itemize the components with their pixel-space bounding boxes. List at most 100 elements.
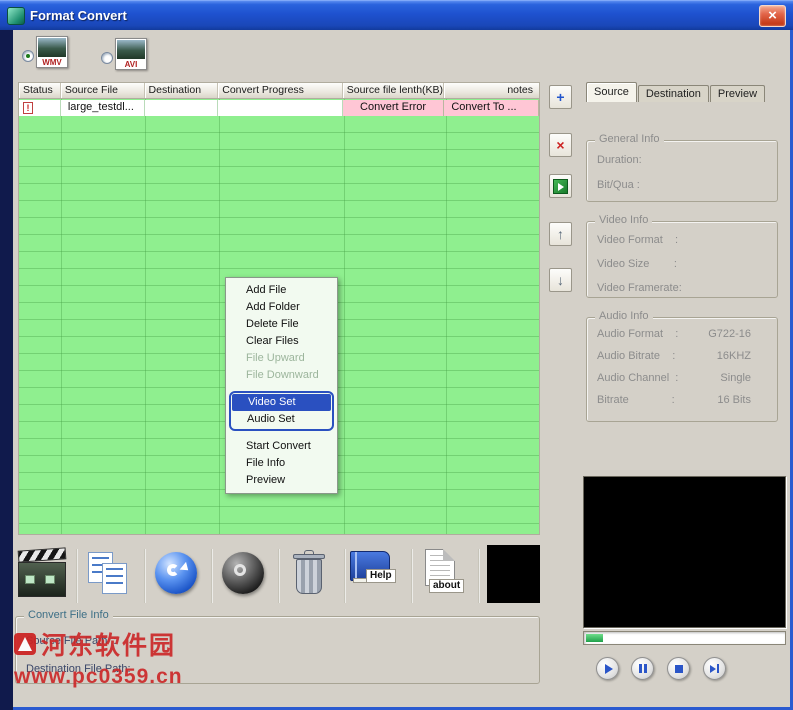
refresh-convert-button[interactable] (155, 552, 199, 596)
toolbar-separator (76, 549, 78, 603)
app-icon (7, 7, 25, 25)
column-header-status[interactable]: Status (19, 83, 61, 98)
menu-item-audio-set[interactable]: Audio Set (231, 411, 332, 428)
watermark-site-name: 河东软件园 (41, 626, 176, 662)
add-icon: + (556, 90, 564, 104)
audio-channel-row: Audio Channel : Single (597, 372, 777, 384)
menu-item-add-file[interactable]: Add File (226, 282, 337, 299)
file-list-button[interactable] (88, 552, 134, 598)
record-button[interactable] (222, 552, 266, 596)
close-button[interactable]: × (759, 5, 786, 27)
video-preview-area (583, 476, 786, 628)
tab-destination[interactable]: Destination (638, 85, 709, 102)
move-up-button[interactable]: ↑ (549, 222, 572, 246)
toolbar-separator (411, 549, 413, 603)
arrow-up-icon: ↑ (557, 227, 564, 241)
add-file-button[interactable]: + (549, 85, 572, 109)
menu-item-start-convert[interactable]: Start Convert (226, 438, 337, 455)
general-info-group: General Info Duration: Bit/Qua : (586, 140, 778, 202)
watermark-site-url: www.pc0359.cn (14, 665, 183, 689)
toolbar-separator (478, 549, 480, 603)
window-left-border (0, 30, 13, 710)
window-title: Format Convert (30, 1, 127, 30)
audio-bitrate-label: Audio Bitrate : (597, 350, 675, 362)
trash-button[interactable] (289, 550, 329, 600)
convert-button[interactable] (549, 174, 572, 198)
error-icon: ! (23, 102, 33, 114)
table-grid-line (145, 99, 146, 534)
table-grid-line (344, 99, 345, 534)
context-menu: Add File Add Folder Delete File Clear Fi… (225, 277, 338, 494)
stop-button[interactable] (667, 657, 690, 680)
notes-text: Convert To ... (444, 101, 516, 113)
general-info-title: General Info (595, 133, 664, 145)
stop-icon (675, 665, 683, 673)
menu-item-file-upward: File Upward (226, 350, 337, 367)
status-cell: ! (19, 100, 61, 116)
film-frame-icon (45, 575, 55, 584)
wmv-format-thumbnail[interactable]: WMV (36, 36, 68, 68)
menu-item-add-folder[interactable]: Add Folder (226, 299, 337, 316)
menu-item-clear-files[interactable]: Clear Files (226, 333, 337, 350)
menu-item-video-set[interactable]: Video Set (232, 394, 331, 411)
skip-end-button[interactable] (703, 657, 726, 680)
clapperboard-button[interactable] (18, 549, 66, 601)
bitrate-value: 16 Bits (717, 394, 751, 406)
toolbar-separator (144, 549, 146, 603)
convert-progress-cell (218, 100, 343, 116)
help-label: Help (366, 569, 396, 583)
column-header-source-file-length[interactable]: Source file lenth(KB) (343, 83, 445, 98)
pause-button[interactable] (631, 657, 654, 680)
audio-format-label: Audio Format : (597, 328, 678, 340)
column-header-source-file[interactable]: Source File (61, 83, 145, 98)
audio-info-group: Audio Info Audio Format : G722-16 Audio … (586, 317, 778, 422)
watermark: 河东软件园 www.pc0359.cn (14, 626, 183, 689)
clapperboard-icon (18, 547, 67, 562)
notes-cell: Convert To ... (444, 100, 539, 116)
duration-label: Duration: (597, 154, 777, 166)
video-info-title: Video Info (595, 214, 652, 226)
help-button[interactable]: Help (350, 551, 404, 599)
menu-item-file-info[interactable]: File Info (226, 455, 337, 472)
playback-progress-bar[interactable] (583, 631, 786, 645)
convert-icon (553, 179, 568, 194)
toolbar-separator (211, 549, 213, 603)
column-header-convert-progress[interactable]: Convert Progress (218, 83, 343, 98)
menu-item-delete-file[interactable]: Delete File (226, 316, 337, 333)
delete-file-button[interactable]: × (549, 133, 572, 157)
avi-format-thumbnail[interactable]: AVI (115, 38, 147, 70)
wmv-radio[interactable] (22, 50, 34, 62)
format-convert-window: Format Convert × WMV AVI Status Source F… (0, 0, 793, 710)
about-button[interactable]: about (421, 549, 471, 601)
source-file-cell: large_testdl... (61, 100, 145, 116)
table-grid-line (61, 99, 62, 534)
skip-end-icon (710, 664, 719, 673)
tab-preview[interactable]: Preview (710, 85, 765, 102)
preview-thumbnail (487, 545, 540, 603)
video-framerate-label: Video Framerate: (597, 282, 777, 294)
wmv-icon (38, 38, 66, 57)
avi-icon (117, 40, 145, 59)
file-card-icon (102, 563, 127, 594)
arrow-down-icon: ↓ (557, 273, 564, 287)
tab-source[interactable]: Source (586, 82, 637, 102)
column-header-notes[interactable]: notes (444, 83, 539, 98)
table-row[interactable]: ! large_testdl... Convert Error Convert … (19, 100, 539, 116)
film-frame-icon (25, 575, 35, 584)
move-down-button[interactable]: ↓ (549, 268, 572, 292)
menu-item-preview[interactable]: Preview (226, 472, 337, 489)
bit-quality-label: Bit/Qua : (597, 179, 777, 191)
source-file-text: large_testdl... (61, 101, 134, 113)
play-button[interactable] (596, 657, 619, 680)
refresh-icon (155, 552, 197, 594)
audio-channel-label: Audio Channel : (597, 372, 678, 384)
pause-icon (639, 664, 647, 673)
avi-radio[interactable] (101, 52, 113, 64)
column-header-destination[interactable]: Destination (145, 83, 219, 98)
toolbar-separator (278, 549, 280, 603)
video-format-label: Video Format : (597, 234, 777, 246)
title-bar: Format Convert × (0, 0, 793, 30)
audio-info-title: Audio Info (595, 310, 653, 322)
play-icon (605, 664, 613, 674)
destination-cell (145, 100, 219, 116)
